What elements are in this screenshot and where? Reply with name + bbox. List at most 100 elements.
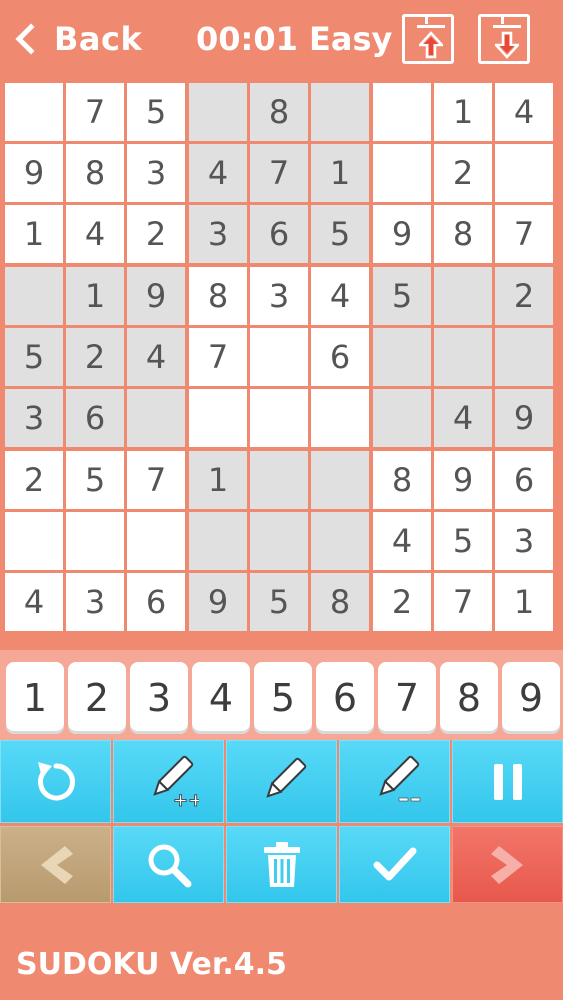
number-key-7[interactable]: 7: [378, 662, 436, 734]
sudoku-cell[interactable]: [373, 328, 431, 386]
sudoku-cell[interactable]: [495, 144, 553, 202]
sudoku-cell[interactable]: [127, 512, 185, 570]
sudoku-cell[interactable]: 9: [189, 573, 247, 631]
sudoku-cell[interactable]: 8: [311, 573, 369, 631]
sudoku-cell[interactable]: 8: [373, 451, 431, 509]
sudoku-cell[interactable]: 9: [5, 144, 63, 202]
sudoku-cell[interactable]: 6: [250, 205, 308, 263]
sudoku-cell[interactable]: 6: [495, 451, 553, 509]
sudoku-cell[interactable]: 4: [495, 83, 553, 141]
sudoku-cell[interactable]: 5: [66, 451, 124, 509]
sudoku-cell[interactable]: 2: [495, 267, 553, 325]
number-key-3[interactable]: 3: [130, 662, 188, 734]
sudoku-cell[interactable]: [311, 512, 369, 570]
sudoku-cell[interactable]: 4: [66, 205, 124, 263]
save-button[interactable]: [478, 14, 530, 64]
sudoku-cell[interactable]: 5: [250, 573, 308, 631]
sudoku-cell[interactable]: 1: [495, 573, 553, 631]
sudoku-cell[interactable]: 7: [189, 328, 247, 386]
sudoku-cell[interactable]: 2: [5, 451, 63, 509]
sudoku-cell[interactable]: 1: [434, 83, 492, 141]
sudoku-cell[interactable]: 2: [434, 144, 492, 202]
next-button[interactable]: [452, 826, 563, 903]
sudoku-cell[interactable]: [311, 83, 369, 141]
sudoku-cell[interactable]: 2: [127, 205, 185, 263]
memo-erase-button[interactable]: [339, 740, 450, 823]
sudoku-cell[interactable]: 8: [250, 83, 308, 141]
sudoku-cell[interactable]: [250, 328, 308, 386]
sudoku-cell[interactable]: [189, 83, 247, 141]
sudoku-cell[interactable]: 7: [495, 205, 553, 263]
sudoku-cell[interactable]: 3: [127, 144, 185, 202]
sudoku-cell[interactable]: 4: [127, 328, 185, 386]
previous-button[interactable]: [0, 826, 111, 903]
sudoku-cell[interactable]: 8: [189, 267, 247, 325]
sudoku-cell[interactable]: 1: [66, 267, 124, 325]
sudoku-cell[interactable]: 3: [495, 512, 553, 570]
sudoku-cell[interactable]: [250, 389, 308, 447]
delete-button[interactable]: [226, 826, 337, 903]
sudoku-cell[interactable]: [311, 389, 369, 447]
sudoku-cell[interactable]: 8: [66, 144, 124, 202]
sudoku-cell[interactable]: 4: [434, 389, 492, 447]
sudoku-cell[interactable]: [373, 144, 431, 202]
sudoku-cell[interactable]: 3: [189, 205, 247, 263]
number-key-8[interactable]: 8: [440, 662, 498, 734]
sudoku-cell[interactable]: [373, 83, 431, 141]
sudoku-cell[interactable]: 4: [189, 144, 247, 202]
number-key-1[interactable]: 1: [6, 662, 64, 734]
sudoku-cell[interactable]: [495, 328, 553, 386]
sudoku-cell[interactable]: 5: [127, 83, 185, 141]
pause-button[interactable]: [452, 740, 563, 823]
sudoku-cell[interactable]: 1: [189, 451, 247, 509]
back-button[interactable]: Back: [10, 14, 142, 64]
sudoku-cell[interactable]: 8: [434, 205, 492, 263]
sudoku-cell[interactable]: 4: [311, 267, 369, 325]
sudoku-cell[interactable]: 5: [373, 267, 431, 325]
number-key-6[interactable]: 6: [316, 662, 374, 734]
sudoku-cell[interactable]: [189, 389, 247, 447]
sudoku-cell[interactable]: 6: [311, 328, 369, 386]
sudoku-cell[interactable]: 6: [66, 389, 124, 447]
check-button[interactable]: [339, 826, 450, 903]
number-key-2[interactable]: 2: [68, 662, 126, 734]
sudoku-cell[interactable]: 4: [5, 573, 63, 631]
sudoku-cell[interactable]: 7: [127, 451, 185, 509]
sudoku-cell[interactable]: 7: [434, 573, 492, 631]
sudoku-cell[interactable]: [373, 389, 431, 447]
sudoku-cell[interactable]: 5: [5, 328, 63, 386]
sudoku-cell[interactable]: [5, 512, 63, 570]
sudoku-cell[interactable]: [66, 512, 124, 570]
sudoku-cell[interactable]: 9: [127, 267, 185, 325]
sudoku-cell[interactable]: 5: [434, 512, 492, 570]
pencil-button[interactable]: [226, 740, 337, 823]
sudoku-cell[interactable]: 2: [66, 328, 124, 386]
number-key-4[interactable]: 4: [192, 662, 250, 734]
sudoku-cell[interactable]: [250, 512, 308, 570]
sudoku-cell[interactable]: 4: [373, 512, 431, 570]
sudoku-cell[interactable]: 1: [5, 205, 63, 263]
sudoku-cell[interactable]: 5: [311, 205, 369, 263]
load-button[interactable]: [402, 14, 454, 64]
sudoku-cell[interactable]: [311, 451, 369, 509]
search-button[interactable]: [113, 826, 224, 903]
number-key-9[interactable]: 9: [502, 662, 560, 734]
sudoku-cell[interactable]: 3: [250, 267, 308, 325]
sudoku-cell[interactable]: 7: [66, 83, 124, 141]
auto-memo-button[interactable]: ++: [113, 740, 224, 823]
sudoku-cell[interactable]: 6: [127, 573, 185, 631]
sudoku-cell[interactable]: [189, 512, 247, 570]
sudoku-cell[interactable]: [5, 83, 63, 141]
reset-button[interactable]: [0, 740, 111, 823]
sudoku-cell[interactable]: 9: [373, 205, 431, 263]
sudoku-cell[interactable]: [434, 328, 492, 386]
sudoku-cell[interactable]: 2: [373, 573, 431, 631]
sudoku-cell[interactable]: [434, 267, 492, 325]
sudoku-cell[interactable]: [127, 389, 185, 447]
number-key-5[interactable]: 5: [254, 662, 312, 734]
sudoku-cell[interactable]: 3: [66, 573, 124, 631]
sudoku-cell[interactable]: 1: [311, 144, 369, 202]
sudoku-cell[interactable]: [250, 451, 308, 509]
sudoku-cell[interactable]: 3: [5, 389, 63, 447]
sudoku-cell[interactable]: [5, 267, 63, 325]
